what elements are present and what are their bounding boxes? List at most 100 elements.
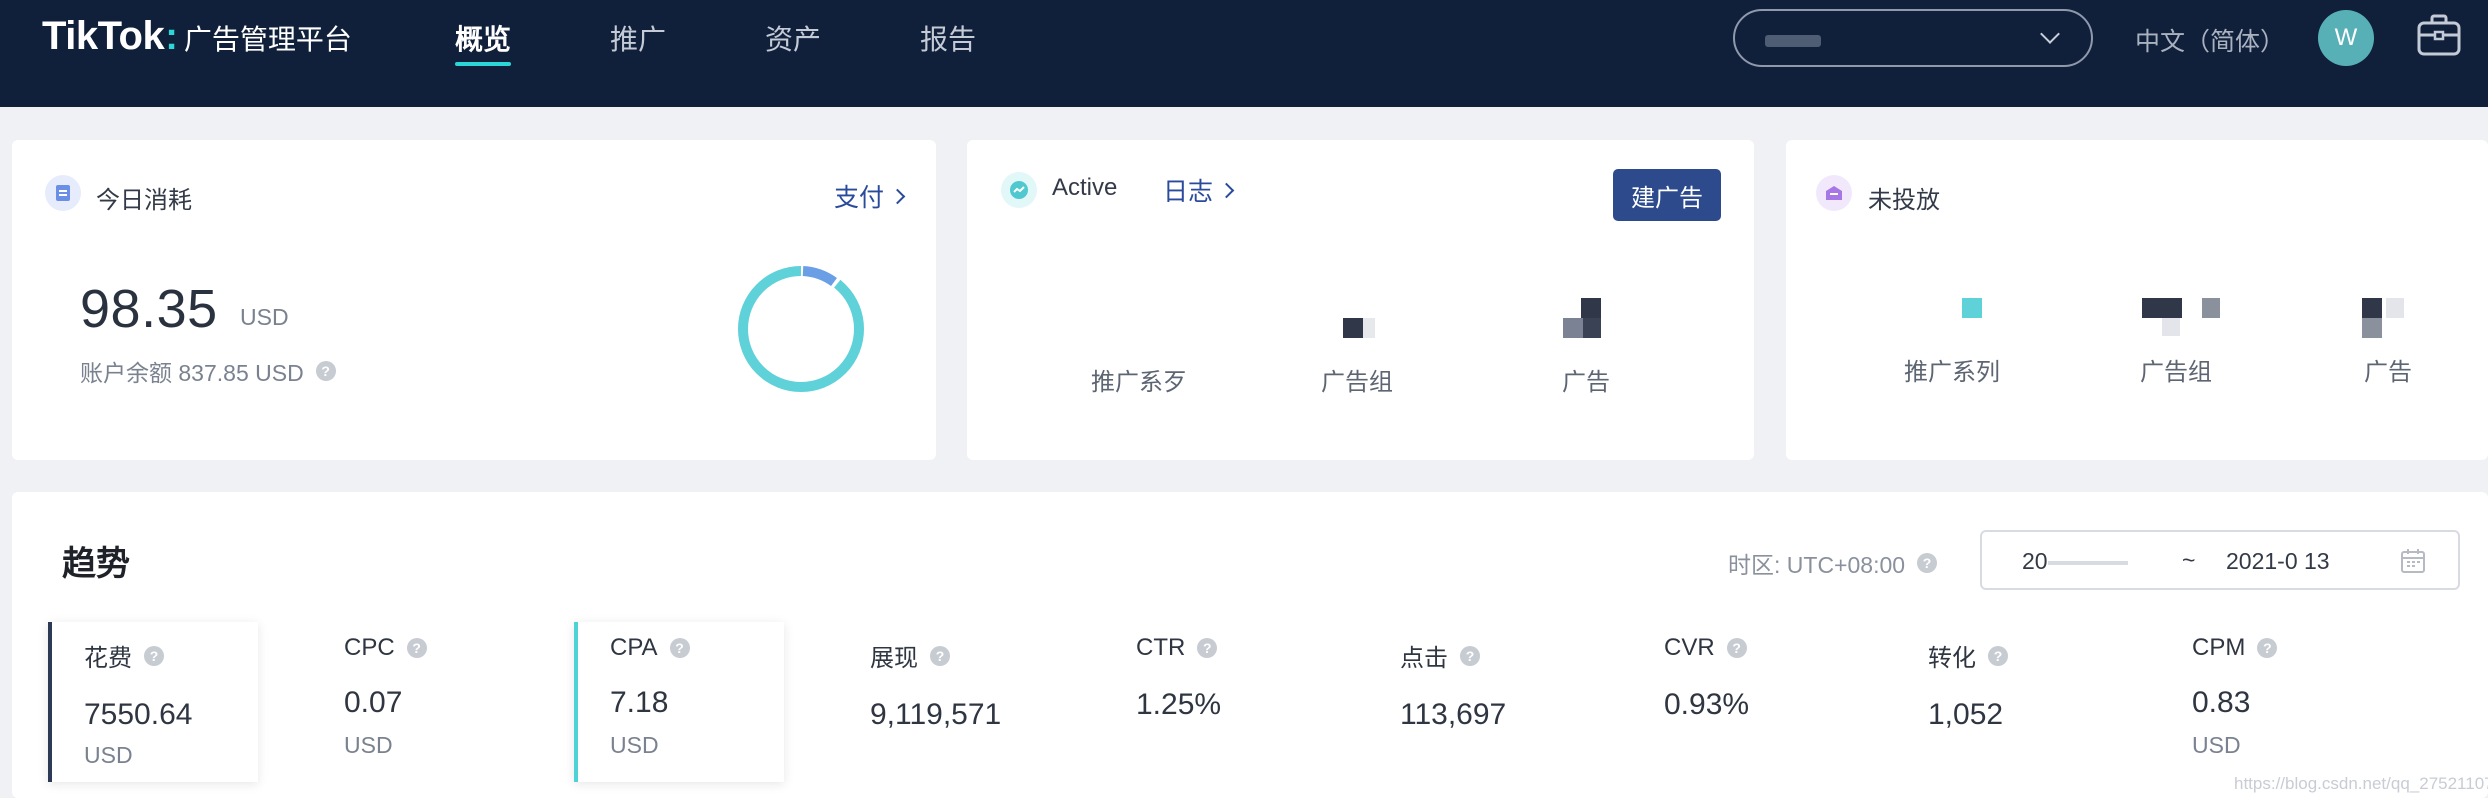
metric-value: 113,697 (1400, 698, 1507, 731)
active-status-card: Active 日志 建广告 推广系歹 广告组 广告 (967, 140, 1754, 460)
help-icon[interactable]: ? (315, 361, 336, 381)
metric-label: CPM? (2192, 634, 2278, 662)
not-delivering-card: 未投放 推广系列 广告组 广告 (1786, 140, 2488, 460)
spend-progress-ring (738, 265, 864, 392)
redacted-count (1962, 298, 1982, 318)
metric-value: 1.25% (1136, 688, 1222, 721)
nav-reports[interactable]: 报告 (920, 18, 976, 58)
redacted-count (2202, 298, 2220, 318)
metric-label-text: 展现 (870, 645, 918, 672)
metric-label-text: 转化 (1928, 645, 1976, 672)
help-icon[interactable]: ? (1460, 645, 1480, 666)
metric-impressions[interactable]: 展现? 9,119,571 (832, 622, 1042, 782)
date-range-picker[interactable]: 20 ~ 2021-0 13 (1980, 530, 2460, 590)
metric-label: 展现? (870, 638, 950, 673)
metric-label-text: CPC (344, 634, 395, 661)
tiktok-ads-logo[interactable]: TikTok : 广告管理平台 (42, 14, 352, 59)
date-range-separator: ~ (2182, 547, 2196, 573)
metric-cpm[interactable]: CPM? 0.83 USD (2156, 622, 2366, 782)
redacted-count (1343, 318, 1363, 338)
redacted-count (2386, 298, 2404, 318)
redacted-date (2047, 560, 2128, 565)
redacted-count (1581, 298, 1601, 318)
metric-ctr[interactable]: CTR? 1.25% (1096, 622, 1306, 782)
nav-promotion[interactable]: 推广 (610, 18, 666, 58)
briefcase-icon[interactable] (2416, 13, 2462, 57)
metric-cpa[interactable]: CPA? 7.18 USD (574, 622, 784, 782)
redacted-count (2362, 318, 2382, 338)
source-watermark: https://blog.csdn.net/qq_27521107 (2234, 774, 2488, 793)
avatar-initial: W (2334, 24, 2358, 51)
date-start-text: 20 (2022, 548, 2048, 574)
pay-link-label: 支付 (834, 184, 885, 212)
metric-label: CPA? (610, 634, 690, 662)
trend-panel: 趋势 时区: UTC+08:00 ? 20 ~ 2021-0 13 花费? 75… (12, 492, 2488, 798)
metric-label-text: CPA (610, 634, 658, 661)
campaign-label: 推广系列 (1904, 359, 2000, 386)
redacted-count (2362, 298, 2382, 318)
metric-label-text: CTR (1136, 634, 1186, 661)
redacted-count (1563, 318, 1583, 338)
metric-cpc[interactable]: CPC? 0.07 USD (308, 622, 518, 782)
help-icon[interactable]: ? (930, 645, 950, 666)
ad-label: 广告 (2364, 359, 2412, 386)
pay-link[interactable]: 支付 (834, 178, 906, 214)
redacted-account-name (1765, 35, 1821, 47)
help-icon[interactable]: ? (1726, 638, 1747, 658)
document-icon (45, 175, 81, 211)
log-link[interactable]: 日志 (1163, 172, 1235, 208)
account-balance-text: 账户余额 837.85 USD (80, 360, 304, 386)
help-icon[interactable]: ? (1917, 553, 1938, 573)
metric-label-text: 花费 (84, 645, 132, 672)
redacted-count (2162, 318, 2180, 336)
date-range-end: 2021-0 13 (2226, 548, 2330, 574)
date-range-start: 20 (2022, 548, 2128, 575)
metric-label-text: CVR (1664, 634, 1715, 661)
metric-label: 花费? (84, 638, 164, 673)
account-selector[interactable] (1733, 9, 2093, 67)
metric-value: 7550.64 (84, 698, 193, 731)
metric-label: CTR? (1136, 634, 1218, 662)
metric-value: 9,119,571 (870, 698, 1002, 731)
metric-unit: USD (344, 732, 393, 758)
nav-overview[interactable]: 概览 (455, 18, 512, 66)
user-avatar[interactable]: W (2318, 10, 2374, 66)
metric-label: 转化? (1928, 638, 2008, 673)
create-ad-button[interactable]: 建广告 (1613, 169, 1721, 221)
activity-icon (1001, 172, 1037, 208)
metric-label-text: CPM (2192, 634, 2246, 661)
metric-value: 0.07 (344, 686, 403, 719)
chevron-down-icon (2040, 24, 2060, 44)
timezone-label: 时区: UTC+08:00 ? (1728, 546, 1938, 580)
help-icon[interactable]: ? (144, 645, 164, 666)
today-spend-amount: 98.35 (80, 279, 218, 339)
timezone-text: 时区: UTC+08:00 (1728, 552, 1906, 578)
metric-unit: USD (84, 742, 133, 768)
metric-clicks[interactable]: 点击? 113,697 (1362, 622, 1572, 782)
metric-conversions[interactable]: 转化? 1,052 (1892, 622, 2102, 782)
chevron-right-icon (889, 188, 906, 204)
metric-label: CVR? (1664, 634, 1747, 662)
help-icon[interactable]: ? (1988, 645, 2008, 666)
help-icon[interactable]: ? (2257, 638, 2278, 658)
help-icon[interactable]: ? (406, 638, 427, 658)
logo-wordmark: TikTok (42, 14, 165, 58)
metric-spend[interactable]: 花费? 7550.64 USD (48, 622, 258, 782)
metric-value: 7.18 (610, 686, 669, 719)
metric-cvr[interactable]: CVR? 0.93% (1626, 622, 1836, 782)
help-icon[interactable]: ? (1197, 638, 1218, 658)
help-icon[interactable]: ? (669, 638, 690, 658)
metric-label: CPC? (344, 634, 427, 662)
language-switcher[interactable]: 中文（简体） (2135, 22, 2285, 58)
main-nav: 概览 推广 资产 报告 (455, 18, 1075, 66)
nav-assets[interactable]: 资产 (765, 18, 821, 58)
metric-label-text: 点击 (1400, 645, 1448, 672)
chevron-right-icon (1218, 182, 1235, 198)
logo-subtitle: 广告管理平台 (183, 24, 352, 55)
adgroup-label: 广告组 (1321, 369, 1393, 396)
trend-title: 趋势 (62, 545, 130, 583)
paused-icon (1816, 175, 1852, 211)
log-link-label: 日志 (1163, 178, 1214, 206)
metric-unit: USD (610, 732, 659, 758)
metric-value: 0.83 (2192, 686, 2251, 719)
